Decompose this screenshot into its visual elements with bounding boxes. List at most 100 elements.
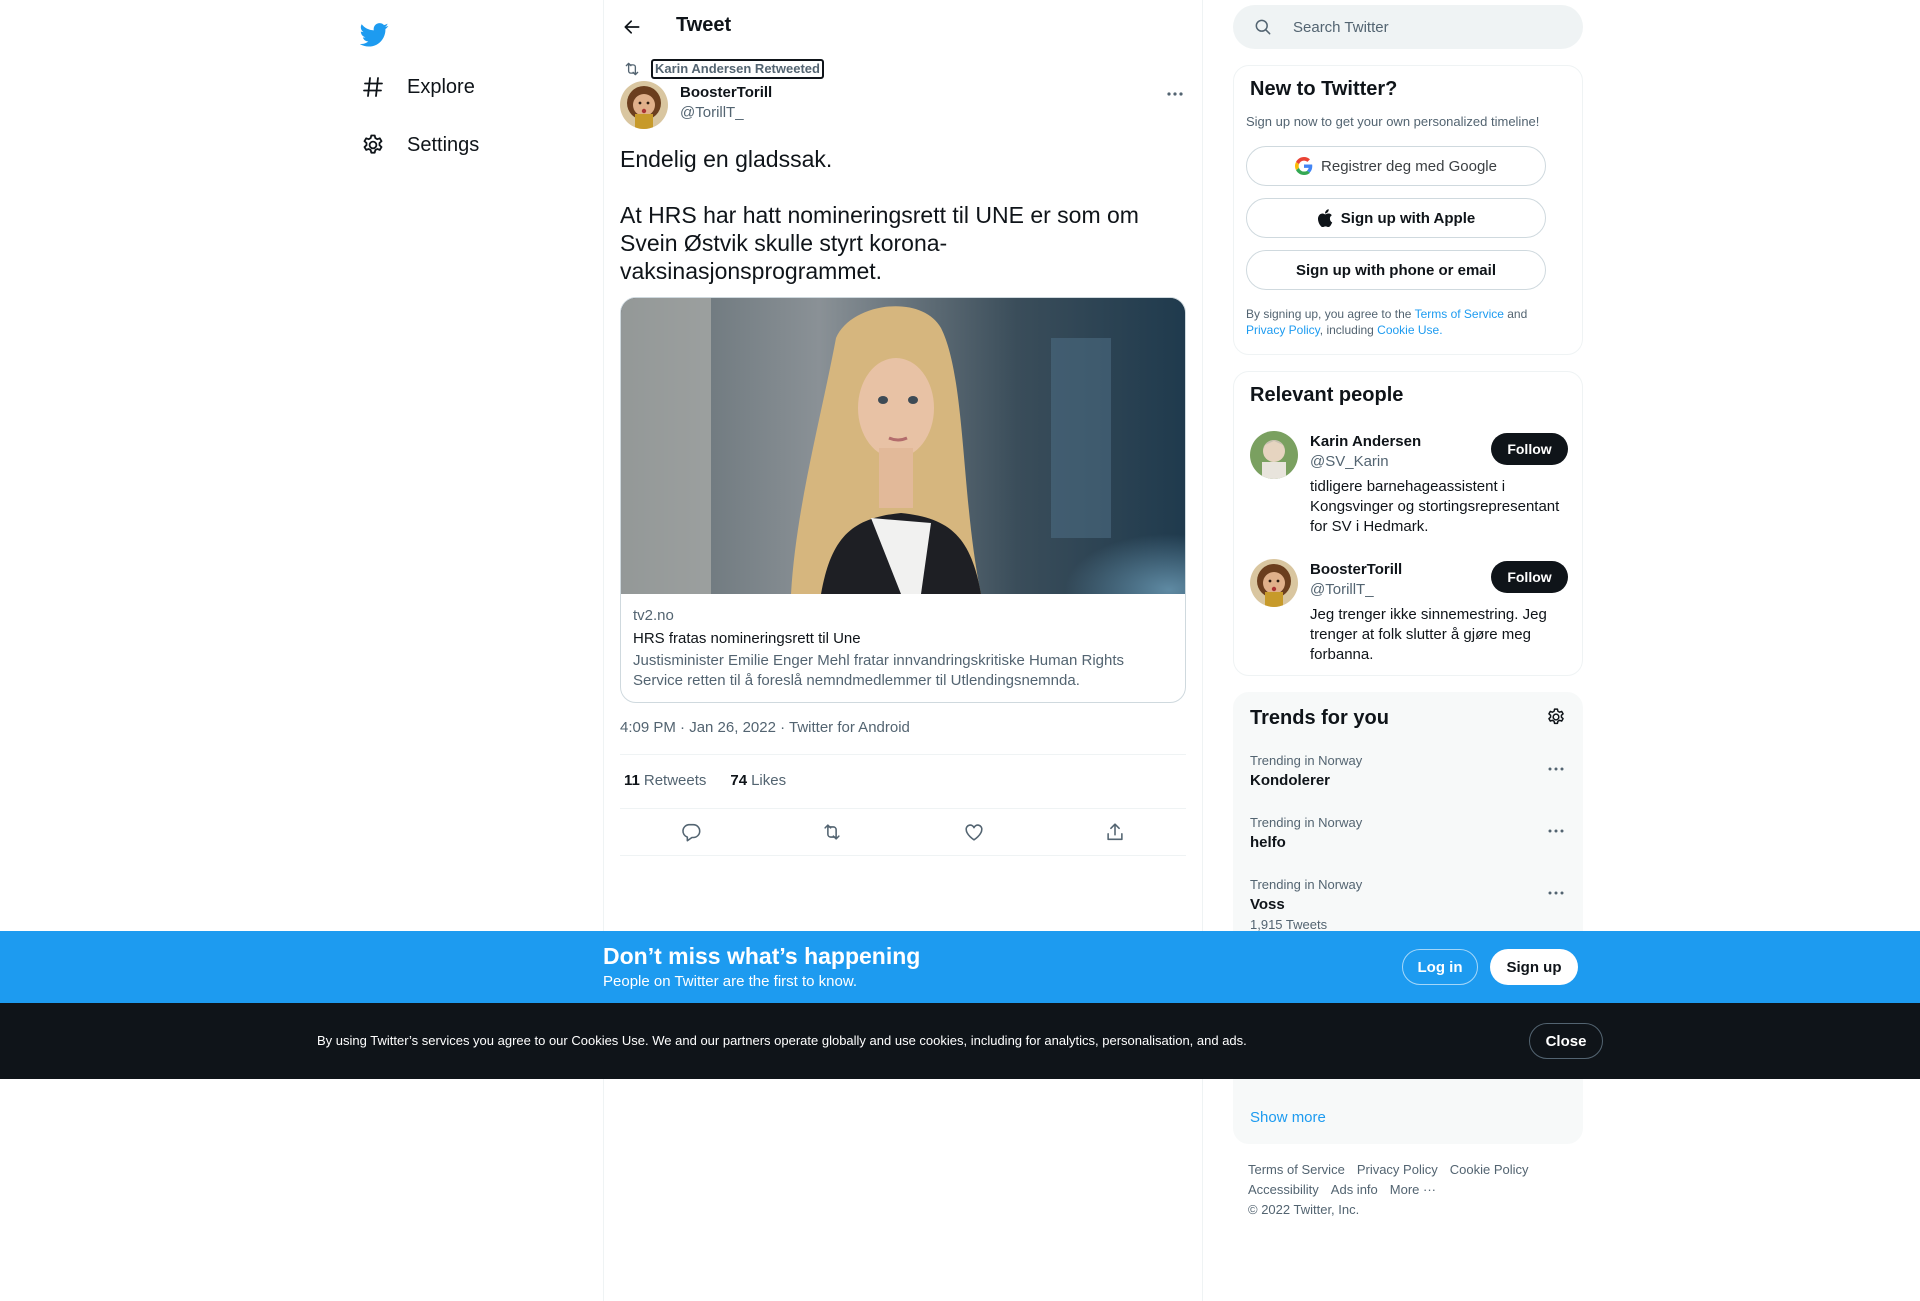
trends-title: Trends for you xyxy=(1250,707,1389,729)
more-options-icon[interactable] xyxy=(1160,82,1190,106)
likes-label: Likes xyxy=(751,771,787,789)
signup-banner-subtitle: People on Twitter are the first to know. xyxy=(603,973,858,990)
google-signup-button[interactable]: Registrer deg med Google xyxy=(1246,146,1546,186)
reply-icon[interactable] xyxy=(677,818,705,846)
terms-link[interactable]: Terms of Service xyxy=(1415,307,1504,321)
gear-icon xyxy=(359,131,387,159)
nav-item-explore[interactable]: Explore xyxy=(351,61,487,113)
trend-context: Trending in Norway xyxy=(1250,815,1363,830)
trend-name: Voss xyxy=(1250,896,1285,913)
signup-legal-text: By signing up, you agree to the Terms of… xyxy=(1246,306,1566,338)
signup-banner-title: Don’t miss what’s happening xyxy=(603,943,921,969)
author-handle[interactable]: @TorillT_ xyxy=(680,104,744,121)
google-signup-label: Registrer deg med Google xyxy=(1321,157,1497,175)
avatar[interactable] xyxy=(620,81,668,129)
retweets-count: 11 xyxy=(624,771,640,789)
retweeted-by-label[interactable]: Karin Andersen Retweeted xyxy=(651,59,824,79)
tweet-actions xyxy=(620,818,1186,846)
signup-banner: Don’t miss what’s happening People on Tw… xyxy=(0,931,1920,1003)
more-options-icon[interactable] xyxy=(1544,821,1568,841)
trend-item[interactable]: Trending in Norway helfo xyxy=(1250,815,1568,851)
relevant-people-panel: Relevant people Karin Andersen @SV_Karin… xyxy=(1233,371,1583,676)
retweet-icon[interactable] xyxy=(818,818,846,846)
divider xyxy=(620,754,1186,755)
legal-and: and xyxy=(1503,307,1528,321)
gear-icon[interactable] xyxy=(1546,707,1566,727)
search-input[interactable] xyxy=(1293,18,1563,36)
tweet-stats: 11 Retweets 74 Likes xyxy=(620,770,806,790)
cookie-banner-text: By using Twitter’s services you agree to… xyxy=(317,1033,1247,1048)
meta-separator: · xyxy=(775,719,789,736)
more-options-icon[interactable] xyxy=(1544,759,1568,779)
footer-link-more[interactable]: More ··· xyxy=(1390,1182,1436,1197)
share-icon[interactable] xyxy=(1101,818,1129,846)
avatar[interactable] xyxy=(1250,431,1298,479)
trend-item[interactable]: Trending in Norway Kondolerer xyxy=(1250,753,1568,789)
retweets-stat[interactable]: 11 Retweets xyxy=(624,772,706,789)
person-handle[interactable]: @SV_Karin xyxy=(1310,453,1389,470)
retweets-label: Retweets xyxy=(643,771,707,789)
person-name[interactable]: BoosterTorill xyxy=(1310,561,1402,578)
more-options-icon[interactable] xyxy=(1544,883,1568,903)
privacy-link[interactable]: Privacy Policy xyxy=(1246,323,1320,337)
legal-prefix: By signing up, you agree to the xyxy=(1246,307,1415,321)
trend-name: helfo xyxy=(1250,834,1286,851)
footer-links: Terms of Service Privacy Policy Cookie Pol… xyxy=(1248,1160,1578,1220)
person-bio: Jeg trenger ikke sinnemestring. Jeg tren… xyxy=(1310,606,1547,663)
follow-button[interactable]: Follow xyxy=(1491,433,1568,465)
google-icon xyxy=(1295,157,1313,175)
twitter-bird-icon[interactable] xyxy=(351,12,397,58)
page-title: Tweet xyxy=(676,14,732,36)
person-bio: tidligere barnehageassistent i Kongsving… xyxy=(1310,478,1560,535)
phone-signup-button[interactable]: Sign up with phone or email xyxy=(1246,250,1546,290)
footer-link-cookie[interactable]: Cookie Policy xyxy=(1450,1162,1529,1177)
cookie-use-link[interactable]: Cookie Use. xyxy=(1377,323,1442,337)
card-domain: tv2.no xyxy=(633,607,674,624)
show-more-link[interactable]: Show more xyxy=(1250,1109,1326,1126)
likes-count: 74 xyxy=(730,771,748,789)
likes-stat[interactable]: 74 Likes xyxy=(730,772,786,789)
new-to-twitter-title: New to Twitter? xyxy=(1250,78,1398,100)
footer-link-privacy[interactable]: Privacy Policy xyxy=(1357,1162,1438,1177)
like-icon[interactable] xyxy=(960,818,988,846)
login-button[interactable]: Log in xyxy=(1402,949,1478,985)
new-to-twitter-subtitle: Sign up now to get your own personalized… xyxy=(1246,114,1540,129)
header: Tweet xyxy=(604,0,1202,53)
follow-button[interactable]: Follow xyxy=(1491,561,1568,593)
relevant-people-title: Relevant people xyxy=(1250,384,1404,406)
back-arrow-icon[interactable] xyxy=(614,9,650,45)
nav-item-label: Settings xyxy=(407,133,480,156)
footer-link-terms[interactable]: Terms of Service xyxy=(1248,1162,1345,1177)
footer-link-ads-info[interactable]: Ads info xyxy=(1331,1182,1378,1197)
person-handle[interactable]: @TorillT_ xyxy=(1310,581,1374,598)
search-bar xyxy=(1233,5,1583,49)
card-meta: tv2.no HRS fratas nomineringsrett til Un… xyxy=(633,607,1173,691)
author-name[interactable]: BoosterTorill xyxy=(680,84,772,101)
new-to-twitter-panel: New to Twitter? Sign up now to get your … xyxy=(1233,65,1583,355)
retweet-context[interactable]: Karin Andersen Retweeted xyxy=(620,59,824,79)
trend-name: Kondolerer xyxy=(1250,772,1331,789)
tweet-detail-column: Tweet Karin Andersen Retweeted BoosterTo… xyxy=(603,0,1203,1301)
retweet-icon xyxy=(625,62,639,76)
close-button[interactable]: Close xyxy=(1529,1023,1603,1059)
apple-signup-label: Sign up with Apple xyxy=(1340,209,1476,227)
person-name[interactable]: Karin Andersen xyxy=(1310,433,1421,450)
footer-link-accessibility[interactable]: Accessibility xyxy=(1248,1182,1319,1197)
tweet-timestamp: 4:09 PM · Jan 26, 2022 · Twitter for And… xyxy=(620,719,910,736)
link-card[interactable]: tv2.no HRS fratas nomineringsrett til Un… xyxy=(620,297,1186,703)
card-title: HRS fratas nomineringsrett til Une xyxy=(633,630,861,647)
copyright: © 2022 Twitter, Inc. xyxy=(1248,1202,1360,1217)
trend-item[interactable]: Trending in Norway Voss 1,915 Tweets xyxy=(1250,877,1568,932)
timestamp-link[interactable]: 4:09 PM · Jan 26, 2022 xyxy=(620,719,776,736)
avatar[interactable] xyxy=(1250,559,1298,607)
tweet-text: Endelig en gladssak. At HRS har hatt nom… xyxy=(620,146,1139,284)
phone-signup-label: Sign up with phone or email xyxy=(1295,261,1496,279)
trend-context: Trending in Norway xyxy=(1250,877,1363,892)
search-icon xyxy=(1255,19,1271,35)
trend-context: Trending in Norway xyxy=(1250,753,1363,768)
source-link[interactable]: Twitter for Android xyxy=(789,719,910,736)
card-image xyxy=(621,298,1185,594)
signup-button[interactable]: Sign up xyxy=(1490,949,1578,985)
nav-item-settings[interactable]: Settings xyxy=(351,119,491,171)
apple-signup-button[interactable]: Sign up with Apple xyxy=(1246,198,1546,238)
